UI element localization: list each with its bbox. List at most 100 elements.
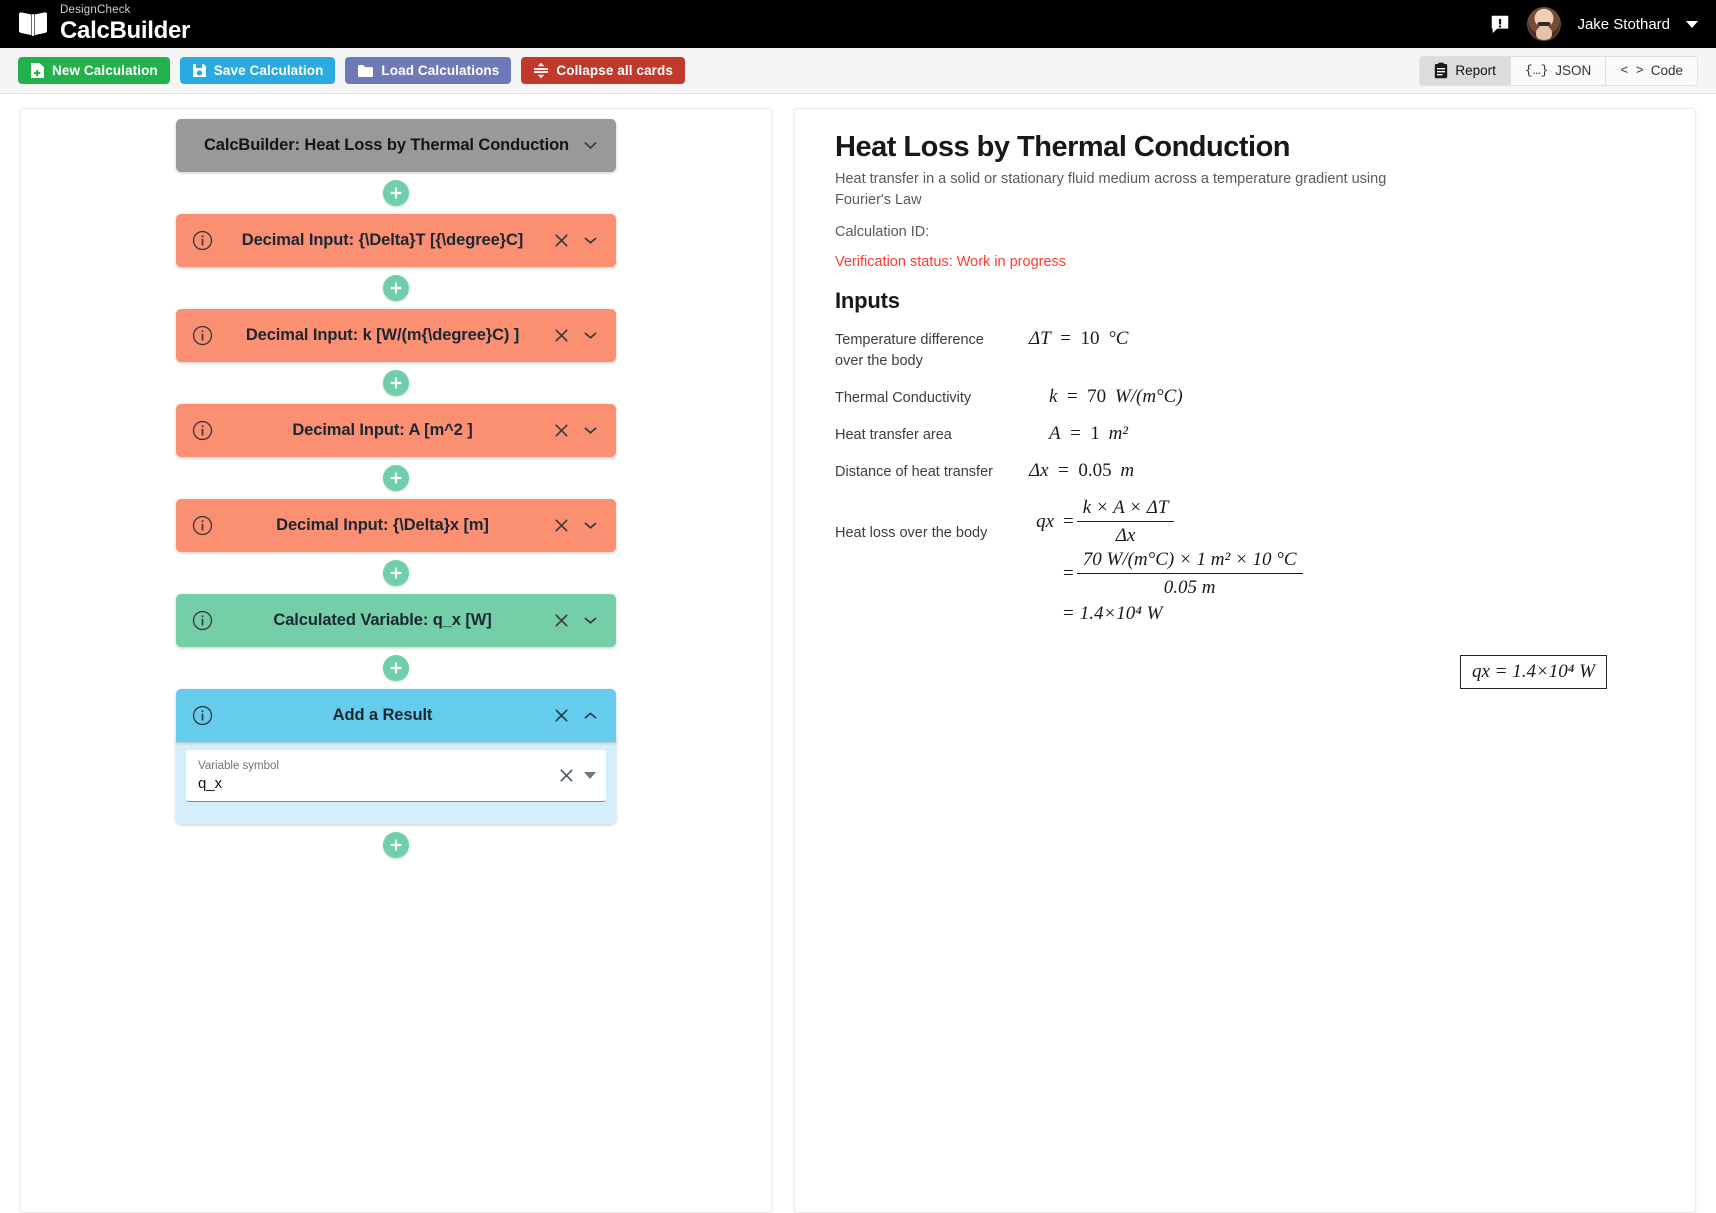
- verification-status: Verification status: Work in progress: [835, 254, 1067, 271]
- username-label: Jake Stothard: [1577, 15, 1670, 33]
- equation-numeric-line: = 70 W/(m°C) × 1 m² × 10 °C 0.05 m: [1029, 549, 1655, 599]
- view-mode-toggle: Report {…} JSON < > Code: [1419, 55, 1698, 86]
- input-value: 1: [1090, 423, 1100, 445]
- save-calculation-button[interactable]: Save Calculation: [179, 57, 336, 84]
- collapse-all-cards-button[interactable]: Collapse all cards: [521, 57, 685, 84]
- input-equation: A = 1 m²: [1003, 423, 1655, 446]
- fraction-denominator: Δx: [1115, 525, 1136, 547]
- equals-sign: =: [1055, 328, 1076, 350]
- chevron-down-icon[interactable]: [1686, 20, 1698, 28]
- numeric-fraction: 70 W/(m°C) × 1 m² × 10 °C 0.05 m: [1076, 549, 1303, 599]
- workspace: CalcBuilder: Heat Loss by Thermal Conduc…: [0, 94, 1716, 1213]
- close-icon[interactable]: [552, 326, 571, 345]
- calculation-id-label: Calculation ID:: [835, 224, 930, 241]
- symbolic-fraction: k × A × ΔT Δx: [1076, 497, 1175, 547]
- new-calculation-button[interactable]: New Calculation: [18, 57, 170, 84]
- input-row: Distance of heat transfer Δx = 0.05 m: [835, 460, 1655, 483]
- chevron-down-icon[interactable]: [581, 231, 600, 250]
- input-row: Thermal Conductivity k = 70 W/(m°C): [835, 386, 1655, 409]
- chevron-down-icon[interactable]: [581, 516, 600, 535]
- toolbar: New Calculation Save Calculation Load Ca…: [0, 48, 1716, 94]
- input-unit: W/(m°C): [1114, 386, 1183, 408]
- view-tab-json[interactable]: {…} JSON: [1510, 56, 1607, 85]
- calculated-variable-card[interactable]: Calculated Variable: q_x [W]: [176, 594, 616, 647]
- variable-symbol-field[interactable]: Variable symbol q_x: [186, 750, 606, 802]
- add-card-button[interactable]: [383, 275, 409, 301]
- decimal-input-card-a[interactable]: Decimal Input: A [m^2 ]: [176, 404, 616, 457]
- input-value: 70: [1087, 386, 1107, 408]
- input-row: Heat transfer area A = 1 m²: [835, 423, 1655, 446]
- chevron-down-icon[interactable]: [581, 611, 600, 630]
- chevron-down-icon[interactable]: [581, 326, 600, 345]
- card-actions: [581, 136, 600, 155]
- decimal-input-card-k[interactable]: Decimal Input: k [W/(m{\degree}C) ]: [176, 309, 616, 362]
- avatar[interactable]: [1527, 7, 1562, 41]
- alert-message-icon[interactable]: [1489, 13, 1511, 35]
- equals-sign: =: [1063, 563, 1074, 585]
- input-unit: °C: [1108, 328, 1129, 350]
- view-tab-report[interactable]: Report: [1420, 56, 1511, 85]
- info-icon[interactable]: [192, 705, 213, 726]
- inputs-heading: Inputs: [835, 288, 900, 314]
- decimal-input-card-delta-t[interactable]: Decimal Input: {\Delta}T [{\degree}C]: [176, 214, 616, 267]
- close-icon[interactable]: [552, 516, 571, 535]
- close-icon[interactable]: [552, 231, 571, 250]
- info-icon[interactable]: [192, 610, 213, 631]
- variable-symbol-value: q_x: [198, 774, 223, 792]
- input-row: Temperature difference over the body ΔT …: [835, 328, 1655, 372]
- card-title: Calculated Variable: q_x [W]: [273, 611, 492, 629]
- equals-sign: =: [1063, 511, 1074, 533]
- equation-block: qx = k × A × ΔT Δx = 70 W/(m°C) × 1 m² ×…: [1003, 497, 1655, 627]
- close-icon[interactable]: [552, 706, 571, 725]
- add-card-button[interactable]: [383, 370, 409, 396]
- chevron-down-icon[interactable]: [581, 421, 600, 440]
- chevron-up-icon[interactable]: [581, 706, 600, 725]
- calculation-header-card[interactable]: CalcBuilder: Heat Loss by Thermal Conduc…: [176, 119, 616, 172]
- new-calculation-label: New Calculation: [52, 63, 158, 78]
- top-bar: DesignCheck CalcBuilder Jake Stothard: [0, 0, 1716, 48]
- card-builder-panel: CalcBuilder: Heat Loss by Thermal Conduc…: [20, 108, 772, 1213]
- plus-icon: [390, 472, 402, 484]
- save-calculation-label: Save Calculation: [213, 63, 324, 78]
- equals-sign: =: [1063, 603, 1074, 625]
- chevron-down-icon[interactable]: [584, 772, 596, 779]
- equation-result-line: = 1.4×10⁴ W: [1029, 603, 1655, 625]
- add-result-card[interactable]: Add a Result: [176, 689, 616, 742]
- fraction-denominator: 0.05 m: [1163, 577, 1216, 599]
- close-icon[interactable]: [557, 766, 576, 785]
- card-title: Decimal Input: k [W/(m{\degree}C) ]: [245, 326, 520, 344]
- input-value: 0.05: [1078, 460, 1112, 482]
- add-card-button[interactable]: [383, 832, 409, 858]
- card-stack: CalcBuilder: Heat Loss by Thermal Conduc…: [176, 119, 616, 866]
- top-bar-right: Jake Stothard: [1489, 7, 1698, 41]
- collapse-icon: [534, 62, 549, 79]
- close-icon[interactable]: [552, 421, 571, 440]
- info-icon[interactable]: [192, 230, 213, 251]
- card-title: Decimal Input: {\Delta}x [m]: [276, 516, 489, 534]
- close-icon[interactable]: [552, 611, 571, 630]
- add-card-button[interactable]: [383, 465, 409, 491]
- floppy-disk-icon: [192, 64, 206, 77]
- add-result-card-body: Variable symbol q_x: [176, 740, 616, 824]
- equals-sign: =: [1065, 423, 1086, 445]
- info-icon[interactable]: [192, 420, 213, 441]
- info-icon[interactable]: [192, 515, 213, 536]
- decimal-input-card-delta-x[interactable]: Decimal Input: {\Delta}x [m]: [176, 499, 616, 552]
- report-description: Heat transfer in a solid or stationary f…: [835, 171, 1387, 208]
- brand-logo[interactable]: DesignCheck CalcBuilder: [18, 5, 190, 43]
- plus-icon: [390, 839, 402, 851]
- add-card-button[interactable]: [383, 655, 409, 681]
- add-card-button[interactable]: [383, 560, 409, 586]
- input-symbol: Δx: [1029, 460, 1049, 482]
- chevron-down-icon[interactable]: [581, 136, 600, 155]
- folder-icon: [358, 64, 374, 77]
- add-card-button[interactable]: [383, 180, 409, 206]
- variable-symbol-label: Variable symbol: [198, 759, 279, 772]
- equation-row: Heat loss over the body qx = k × A × ΔT …: [835, 497, 1655, 627]
- load-calculations-button[interactable]: Load Calculations: [345, 57, 512, 84]
- input-label: Distance of heat transfer: [835, 464, 993, 481]
- fraction-numerator: 70 W/(m°C) × 1 m² × 10 °C: [1076, 549, 1303, 575]
- card-title: Add a Result: [332, 706, 433, 724]
- info-icon[interactable]: [192, 325, 213, 346]
- view-tab-code[interactable]: < > Code: [1606, 56, 1697, 85]
